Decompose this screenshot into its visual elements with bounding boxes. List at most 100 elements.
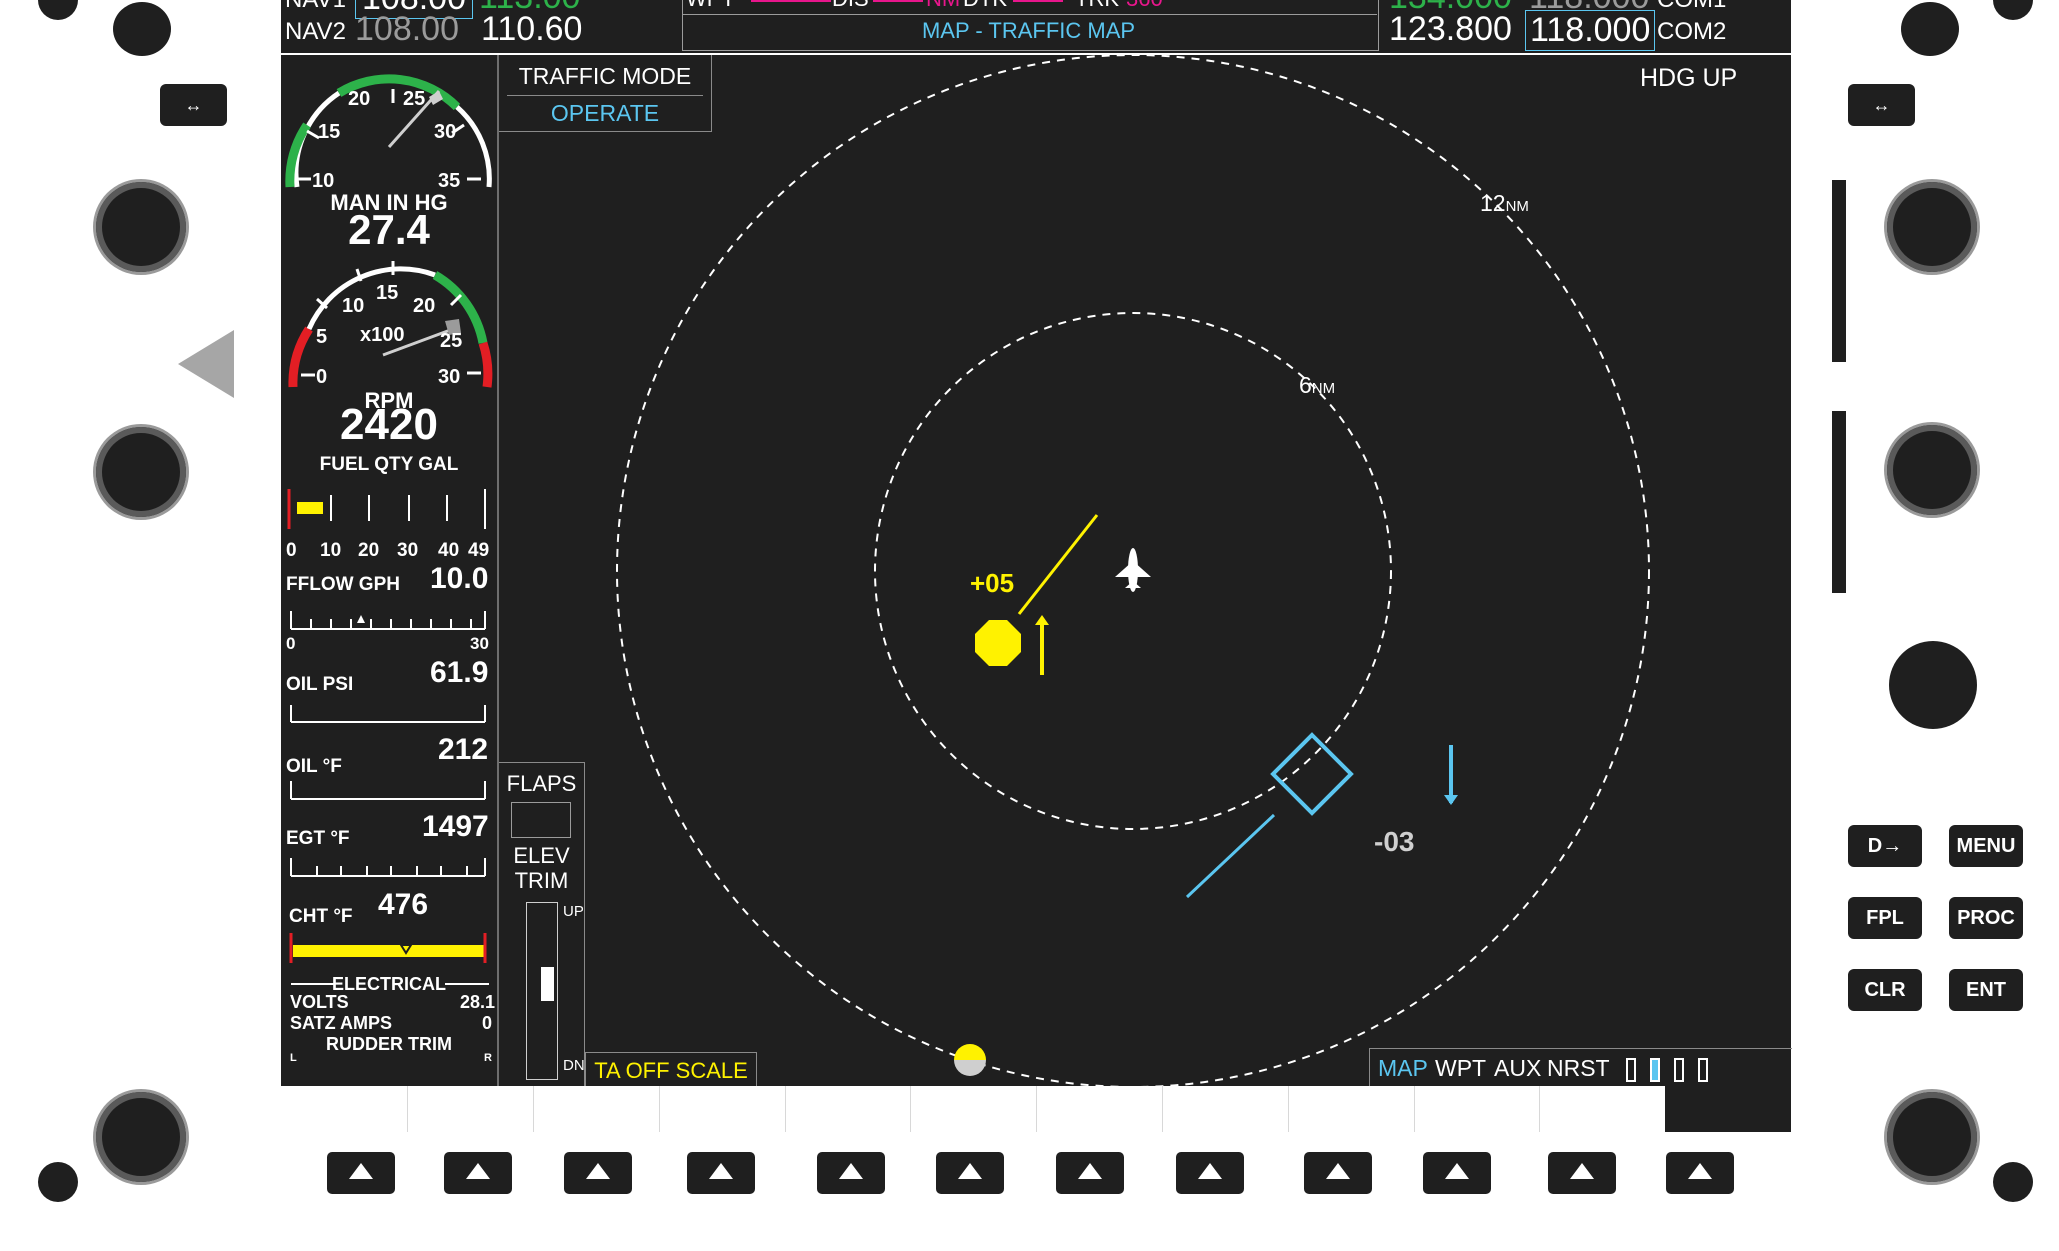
softkey-2[interactable] (444, 1152, 512, 1194)
traffic-advisory-octagon (975, 620, 1021, 666)
fuel-tick-10: 10 (320, 540, 342, 561)
right-slot-1 (1832, 180, 1846, 362)
rpm-tick-0: 0 (316, 366, 328, 388)
com-swap-button[interactable]: ↔ (1848, 84, 1915, 126)
nm-label: NM (926, 0, 960, 12)
ring-inner-unit: NM (1311, 380, 1336, 397)
softkey-12-label (1665, 1086, 1791, 1132)
own-ship-icon (1115, 548, 1151, 592)
ent-button[interactable]: ENT (1949, 969, 2023, 1011)
fflow-max: 30 (470, 634, 489, 653)
rpm-value: 2420 (340, 400, 438, 449)
page-group-wpt[interactable]: WPT (1435, 1055, 1486, 1082)
rpm-tick-20: 20 (413, 295, 436, 317)
manifold-value: 27.4 (348, 206, 430, 253)
softkey-5[interactable] (817, 1152, 885, 1194)
fuel-label: FUEL QTY GAL (319, 454, 459, 475)
rpm-tick-25: 25 (440, 330, 463, 352)
fflow-min: 0 (286, 634, 296, 653)
clr-button[interactable]: CLR (1848, 969, 1922, 1011)
fflow-value: 10.0 (430, 562, 489, 595)
com-volume-knob[interactable] (1887, 182, 1977, 272)
ring-outer-value: 12 (1480, 190, 1506, 216)
right-slot-2 (1832, 411, 1846, 593)
nav2-standby[interactable]: 108.00 (355, 10, 459, 49)
page-dot-3 (1674, 1058, 1684, 1082)
page-dot-4 (1698, 1058, 1708, 1082)
heading-knob[interactable] (96, 1092, 186, 1182)
com1-label: COM1 (1657, 0, 1726, 14)
direct-to-button[interactable]: D→ (1848, 825, 1922, 867)
rudder-right: R (484, 1052, 492, 1064)
dis-value-dash (873, 0, 923, 2)
bezel-screw-top-left (38, 0, 78, 20)
softkey-divider (1162, 1086, 1163, 1132)
trk-label: TRK (1075, 0, 1119, 12)
cht-label: CHT °F (289, 906, 353, 927)
softkey-4[interactable] (687, 1152, 755, 1194)
fms-knob[interactable] (1887, 1092, 1977, 1182)
fuel-tick-40: 40 (438, 540, 460, 561)
man-tick-25: 25 (403, 88, 426, 110)
left-arrow-icon[interactable] (178, 330, 234, 398)
page-title: MAP - TRAFFIC MAP (921, 18, 1136, 43)
range-joystick[interactable] (1889, 641, 1977, 729)
page-group-aux[interactable]: AUX (1494, 1055, 1541, 1082)
ring-outer-label: 12NM (1480, 190, 1529, 217)
softkey-1[interactable] (327, 1152, 395, 1194)
fflow-label: FFLOW GPH (286, 574, 400, 595)
softkey-divider (785, 1086, 786, 1132)
trim-dn-label: DN (563, 1057, 585, 1074)
right-top-knob[interactable] (1901, 2, 1959, 56)
nav1-label: NAV1 (285, 0, 346, 14)
nav-volume-knob[interactable] (96, 182, 186, 272)
softkey-divider (1539, 1086, 1540, 1132)
softkey-10[interactable] (1423, 1152, 1491, 1194)
ta-off-scale-box: TA OFF SCALE (585, 1052, 757, 1087)
traffic-map (616, 55, 1650, 1086)
softkey-divider (1414, 1086, 1415, 1132)
nav-data-divider (682, 14, 1377, 15)
softkey-8[interactable] (1176, 1152, 1244, 1194)
rpm-multiplier: x100 (360, 324, 405, 346)
man-tick-20: 20 (348, 88, 371, 110)
man-tick-15: 15 (318, 121, 341, 143)
menu-button[interactable]: MENU (1949, 825, 2023, 867)
trim-label: TRIM (514, 868, 569, 893)
softkey-divider (910, 1086, 911, 1132)
softkey-6[interactable] (936, 1152, 1004, 1194)
ring-outer-unit: NM (1505, 198, 1529, 215)
com2-standby[interactable]: 118.000 (1525, 10, 1656, 51)
nav-swap-button[interactable]: ↔ (160, 84, 227, 126)
nav-tuning-knob[interactable] (96, 427, 186, 517)
target1-altitude: +05 (970, 568, 1015, 598)
amps-label: SATZ AMPS (290, 1013, 392, 1033)
nav2-active[interactable]: 110.60 (481, 10, 582, 49)
trk-value: 360 (1126, 0, 1163, 12)
softkey-3[interactable] (564, 1152, 632, 1194)
nav2-label: NAV2 (285, 18, 346, 45)
page-group-map[interactable]: MAP (1378, 1055, 1428, 1082)
wpt-label: WPT (686, 0, 735, 12)
man-tick-30: 30 (434, 121, 457, 143)
softkey-divider (659, 1086, 660, 1132)
volts-label: VOLTS (290, 992, 349, 1012)
com2-active[interactable]: 123.800 (1389, 10, 1512, 49)
cht-value: 476 (378, 888, 429, 921)
proc-button[interactable]: PROC (1949, 897, 2023, 939)
softkey-11[interactable] (1548, 1152, 1616, 1194)
softkey-7[interactable] (1056, 1152, 1124, 1194)
rudder-left: L (290, 1052, 297, 1064)
page-group-nrst[interactable]: NRST (1547, 1055, 1610, 1082)
fpl-button[interactable]: FPL (1848, 897, 1922, 939)
softkey-12[interactable] (1666, 1152, 1734, 1194)
softkey-9[interactable] (1304, 1152, 1372, 1194)
oil-psi-value: 61.9 (430, 656, 489, 689)
com-tuning-knob[interactable] (1887, 425, 1977, 515)
oil-psi-label: OIL PSI (286, 674, 354, 695)
left-top-knob[interactable] (113, 2, 171, 56)
dtk-value-dash (1013, 0, 1063, 2)
oil-f-label: OIL °F (286, 756, 342, 777)
fuel-tick-0: 0 (286, 540, 297, 561)
page-group-box: MAP WPT AUX NRST (1369, 1048, 1792, 1087)
